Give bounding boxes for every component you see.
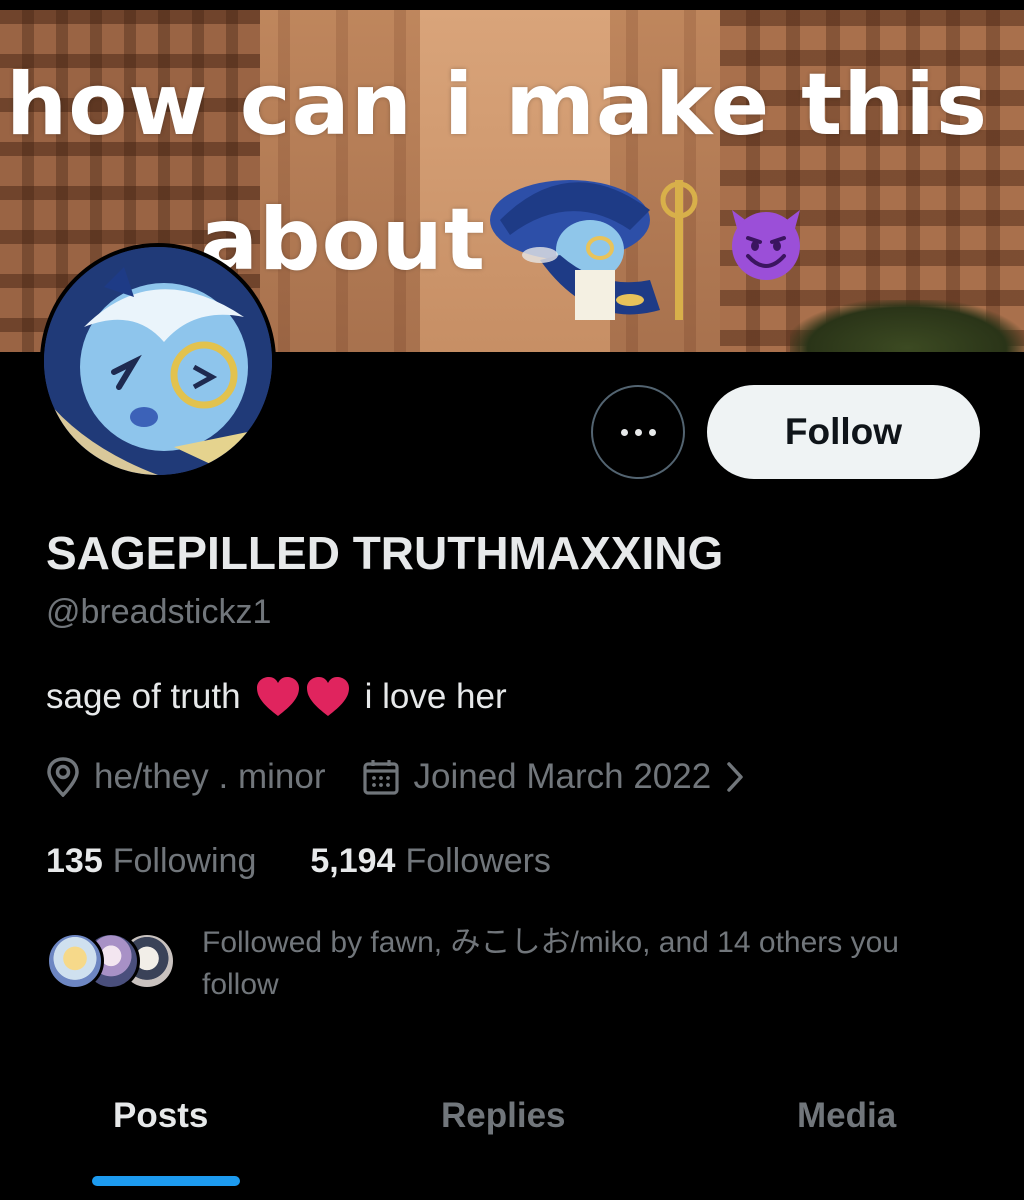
profile-bio: sage of truth i love her: [46, 676, 507, 718]
location-item: he/they . minor: [46, 757, 326, 797]
follow-button[interactable]: Follow: [707, 385, 980, 479]
mutual-avatars: [46, 932, 176, 992]
hearts-group: [255, 676, 351, 718]
calendar-icon: [362, 760, 399, 795]
banner-caption-line1: how can i make this: [6, 55, 989, 155]
avatar-illustration: [44, 247, 272, 475]
profile-meta: he/they . minor Joined March 2022: [46, 757, 745, 797]
profile-tabs: Posts Replies Media: [0, 1060, 1024, 1200]
active-tab-indicator: [92, 1176, 240, 1186]
tab-media[interactable]: Media: [797, 1096, 896, 1136]
more-dots-icon: [620, 428, 656, 436]
location-text: he/they . minor: [94, 757, 326, 796]
followers-label: Followers: [405, 842, 551, 880]
location-pin-icon: [47, 757, 79, 797]
bio-text-end: i love her: [364, 677, 507, 716]
followed-by-text: Followed by fawn, みこしお/miko, and 14 othe…: [202, 926, 899, 1001]
joined-date-text: Joined March 2022: [413, 757, 712, 796]
more-options-button[interactable]: [591, 385, 685, 479]
mutual-avatar: [46, 932, 104, 990]
banner-trees: [790, 300, 1024, 352]
bio-text-start: sage of truth: [46, 677, 241, 716]
red-heart-icon: [306, 677, 349, 716]
banner-character-illustration: [490, 180, 698, 320]
tab-posts[interactable]: Posts: [113, 1096, 208, 1136]
follow-stats: 135 Following 5,194 Followers: [46, 842, 551, 881]
chevron-right-icon: [727, 762, 743, 792]
following-label: Following: [112, 842, 257, 880]
smiling-devil-emoji-icon: [732, 210, 800, 280]
followers-stat-link[interactable]: 5,194 Followers: [310, 842, 551, 881]
profile-avatar[interactable]: [40, 243, 276, 479]
followed-by-row[interactable]: Followed by fawn, みこしお/miko, and 14 othe…: [46, 922, 962, 1006]
banner-caption-line2: about: [200, 190, 487, 290]
display-name: SAGEPILLED TRUTHMAXXING: [46, 527, 724, 579]
joined-date-link[interactable]: Joined March 2022: [362, 757, 746, 797]
tab-replies[interactable]: Replies: [441, 1096, 566, 1136]
followers-count: 5,194: [310, 842, 396, 880]
red-heart-icon: [256, 677, 299, 716]
following-count: 135: [46, 842, 103, 880]
following-stat-link[interactable]: 135 Following: [46, 842, 256, 881]
profile-page: how can i make this about Follow SAGEPIL…: [0, 0, 1024, 1200]
username-handle: @breadstickz1: [46, 593, 272, 631]
